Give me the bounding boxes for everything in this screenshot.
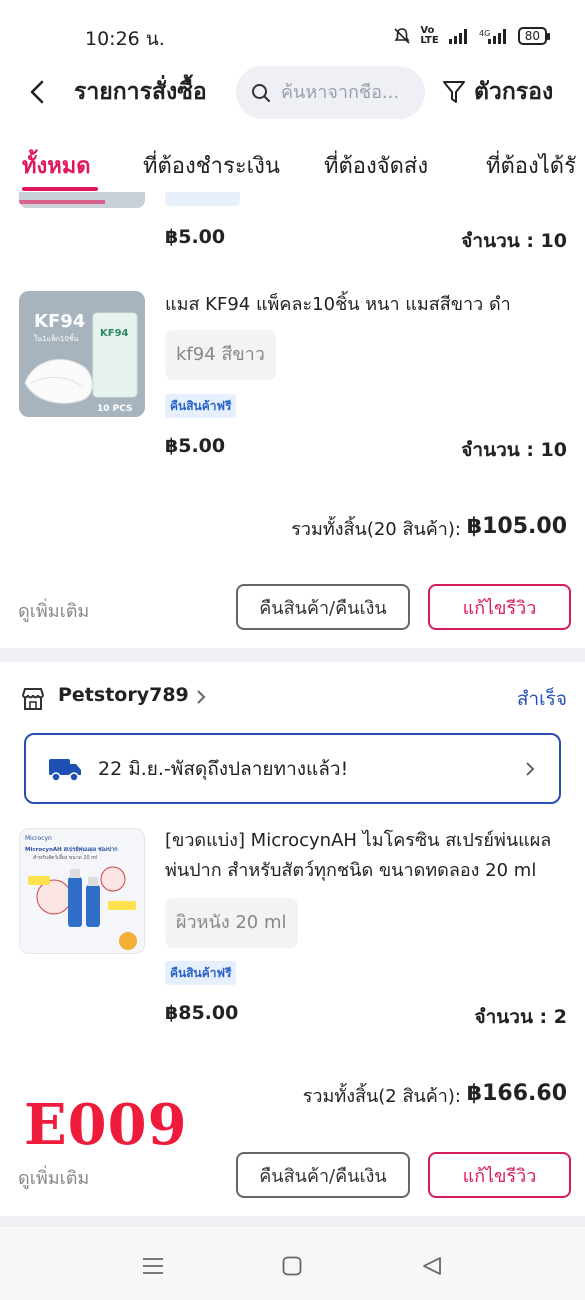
product-thumbnail[interactable]: KF94 ใน1แพ็ก10ชิ้น KF94 10 PCS xyxy=(19,291,145,417)
product-thumbnail-partial xyxy=(19,192,145,208)
spray-product-image: Microcyn MicrocynAH สเปรย์พ่นแผล ช่องปาก… xyxy=(20,829,144,953)
status-time: 10:26 น. xyxy=(85,28,165,50)
item-quantity: จำนวน : 10 xyxy=(461,439,567,461)
edit-review-button[interactable]: แก้ไขรีวิว xyxy=(428,584,571,630)
home-button[interactable] xyxy=(274,1248,310,1284)
see-more-link[interactable]: ดูเพิ่มเติม xyxy=(18,1163,89,1192)
product-variant: ผิวหนัง 20 ml xyxy=(165,898,298,948)
item-quantity: จำนวน : 10 xyxy=(461,230,567,252)
shop-name[interactable]: Petstory789 xyxy=(58,684,189,706)
order-divider xyxy=(0,1216,585,1227)
thumb-headline: MicrocynAH สเปรย์พ่นแผล ช่องปาก xyxy=(25,845,118,853)
svg-text:KF94: KF94 xyxy=(100,328,129,339)
order-total-label: รวมทั้งสิ้น(20 สินค้า): xyxy=(291,519,461,540)
filter-label: ตัวกรอง xyxy=(474,79,554,105)
recent-apps-button[interactable] xyxy=(135,1248,171,1284)
system-navigation-bar xyxy=(0,1228,585,1300)
search-input[interactable] xyxy=(281,82,411,103)
order-tabs: ทั้งหมด ที่ต้องชำระเงิน ที่ต้องจัดส่ง ที… xyxy=(0,138,585,192)
order-divider xyxy=(0,648,585,662)
active-tab-indicator xyxy=(22,187,98,191)
mute-icon xyxy=(394,28,410,44)
thumb-brand: Microcyn xyxy=(25,835,52,842)
battery-indicator: 80 xyxy=(517,27,551,45)
search-box[interactable] xyxy=(236,66,425,119)
thumb-brand: KF94 xyxy=(34,311,85,332)
shop-icon xyxy=(22,688,44,710)
item-quantity: จำนวน : 2 xyxy=(474,1006,568,1028)
mask-product-image: KF94 ใน1แพ็ก10ชิ้น KF94 10 PCS xyxy=(19,291,145,417)
delivery-status-box[interactable]: 22 มิ.ย.-พัสดุถึงปลายทางแล้ว! xyxy=(24,733,561,804)
back-arrow-icon xyxy=(30,80,44,104)
product-thumbnail[interactable]: Microcyn MicrocynAH สเปรย์พ่นแผล ช่องปาก… xyxy=(19,828,145,954)
free-return-badge: คืนสินค้าฟรี xyxy=(165,394,237,418)
order-total-label: รวมทั้งสิ้น(2 สินค้า): xyxy=(302,1086,461,1107)
back-nav-icon xyxy=(423,1257,441,1275)
volte-icon: Vo LTE xyxy=(420,25,439,46)
product-name[interactable]: [ขวดแบ่ง] MicrocynAH ไมโครซิน สเปรย์พ่นแ… xyxy=(165,826,565,886)
product-name[interactable]: แมส KF94 แพ็คละ10ชิ้น หนา แมสสีขาว ดำ xyxy=(165,290,565,320)
item-price: ฿5.00 xyxy=(165,435,226,457)
return-badge-partial xyxy=(165,192,240,206)
item-price: ฿85.00 xyxy=(165,1002,239,1024)
order-total-value: ฿166.60 xyxy=(466,1081,567,1106)
order-list[interactable]: ฿5.00 จำนวน : 10 KF94 ใน1แพ็ก10ชิ้น KF94… xyxy=(0,192,585,1227)
header: รายการสั่งซื้อ ตัวกรอง xyxy=(0,62,585,122)
filter-icon xyxy=(443,81,465,103)
svg-text:4G: 4G xyxy=(479,29,490,38)
order-status: สำเร็จ xyxy=(516,688,567,710)
menu-icon xyxy=(143,1258,163,1274)
status-icons: Vo LTE 4G 80 xyxy=(393,25,551,46)
watermark-label: E009 xyxy=(24,1092,188,1158)
product-variant: kf94 สีขาว xyxy=(165,330,276,380)
page-title: รายการสั่งซื้อ xyxy=(74,79,207,105)
tab-to-pay[interactable]: ที่ต้องชำระเงิน xyxy=(143,148,280,183)
status-bar: 10:26 น. Vo LTE 4G 80 xyxy=(0,0,585,70)
free-return-badge: คืนสินค้าฟรี xyxy=(165,961,237,985)
truck-icon xyxy=(49,758,81,782)
chevron-right-icon xyxy=(197,690,206,704)
back-button[interactable] xyxy=(22,76,52,108)
back-nav-button[interactable] xyxy=(414,1248,450,1284)
return-refund-button[interactable]: คืนสินค้า/คืนเงิน xyxy=(236,584,410,630)
edit-review-button[interactable]: แก้ไขรีวิว xyxy=(428,1152,571,1198)
item-price: ฿5.00 xyxy=(165,226,226,248)
signal-icon xyxy=(448,29,467,44)
chevron-right-icon xyxy=(526,762,535,776)
shop-header[interactable]: Petstory789 สำเร็จ xyxy=(0,678,585,718)
order-total-value: ฿105.00 xyxy=(466,514,567,539)
filter-button[interactable]: ตัวกรอง xyxy=(442,74,553,110)
search-icon xyxy=(252,83,270,102)
thumb-count: 10 PCS xyxy=(97,404,133,414)
return-refund-button[interactable]: คืนสินค้า/คืนเงิน xyxy=(236,1152,410,1198)
tab-to-receive[interactable]: ที่ต้องได้รั xyxy=(486,148,576,183)
home-icon xyxy=(282,1256,302,1276)
delivery-status-text: 22 มิ.ย.-พัสดุถึงปลายทางแล้ว! xyxy=(98,757,349,780)
tab-all[interactable]: ทั้งหมด xyxy=(22,148,91,183)
see-more-link[interactable]: ดูเพิ่มเติม xyxy=(18,596,89,625)
signal-4g-icon: 4G xyxy=(479,29,506,44)
tab-to-ship[interactable]: ที่ต้องจัดส่ง xyxy=(324,148,428,183)
